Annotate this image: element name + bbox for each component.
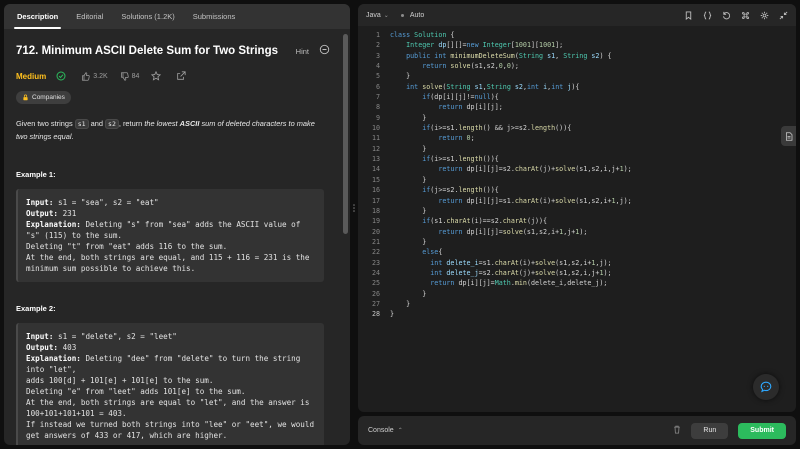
example-1-title: Example 1: [16, 170, 56, 179]
gear-icon[interactable] [760, 11, 769, 20]
panel-resize-handle[interactable] [352, 200, 356, 212]
mode-dot-icon [400, 13, 404, 17]
problem-description: Given two strings s1 and s2, return the … [16, 119, 315, 141]
share-icon[interactable] [176, 71, 189, 81]
companies-tag[interactable]: Companies [16, 91, 71, 104]
example-2-box: Input: s1 = "delete", s2 = "leet" Output… [16, 323, 324, 445]
dislike-button[interactable]: 84 [120, 71, 140, 81]
command-icon[interactable] [741, 11, 750, 20]
tab-solutions[interactable]: Solutions (1.2K) [112, 4, 183, 29]
submit-button[interactable]: Submit [738, 422, 786, 439]
thumbs-up-icon [82, 71, 90, 81]
document-icon [785, 131, 792, 141]
hint-button[interactable]: Hint [296, 47, 309, 56]
autocomplete-mode-select[interactable]: Auto [400, 12, 424, 19]
solved-check-icon [56, 71, 69, 81]
example-1-box: Input: s1 = "sea", s2 = "eat" Output: 23… [16, 189, 324, 282]
collapse-icon[interactable] [779, 11, 788, 20]
lock-icon [23, 94, 28, 101]
star-icon[interactable] [151, 71, 164, 81]
like-count: 3.2K [93, 72, 108, 80]
tab-description[interactable]: Description [8, 4, 67, 29]
braces-icon[interactable] [703, 10, 712, 20]
chevron-down-icon: ⌄ [383, 12, 389, 19]
problem-panel: Description Editorial Solutions (1.2K) S… [4, 4, 350, 445]
console-toggle[interactable]: Console ⌃ [368, 427, 403, 434]
like-button[interactable]: 3.2K [81, 71, 108, 81]
companies-label: Companies [32, 94, 65, 101]
example-2-title: Example 2: [16, 304, 56, 313]
chat-bubble-icon [760, 381, 772, 393]
difficulty-badge: Medium [16, 71, 47, 81]
problem-content: 712. Minimum ASCII Delete Sum for Two St… [4, 29, 342, 445]
bookmark-icon[interactable] [684, 10, 693, 20]
dislike-count: 84 [131, 72, 140, 80]
chevron-up-icon: ⌃ [397, 428, 403, 434]
problem-title: 712. Minimum ASCII Delete Sum for Two St… [16, 45, 278, 57]
language-select[interactable]: Java ⌄ [366, 12, 389, 19]
settings-circle-icon[interactable] [319, 42, 330, 60]
tab-submissions[interactable]: Submissions [184, 4, 245, 29]
console-bar: Console ⌃ Run Submit [358, 416, 796, 445]
chat-assistant-button[interactable] [753, 374, 779, 400]
problem-tabs: Description Editorial Solutions (1.2K) S… [4, 4, 350, 29]
run-button[interactable]: Run [691, 422, 729, 439]
description-scrollbar[interactable] [343, 34, 348, 234]
thumbs-down-icon [120, 71, 129, 81]
trash-icon[interactable] [673, 425, 681, 436]
editor-toolbar: Java ⌄ Auto [358, 4, 796, 26]
code-editor-panel: Java ⌄ Auto 1 class Solution { 2 Integer d… [358, 4, 796, 412]
code-area[interactable]: 1 class Solution { 2 Integer dp[][]=new I… [358, 30, 796, 320]
notes-side-tab[interactable] [781, 126, 796, 146]
tab-editorial[interactable]: Editorial [67, 4, 112, 29]
reset-icon[interactable] [722, 11, 731, 20]
